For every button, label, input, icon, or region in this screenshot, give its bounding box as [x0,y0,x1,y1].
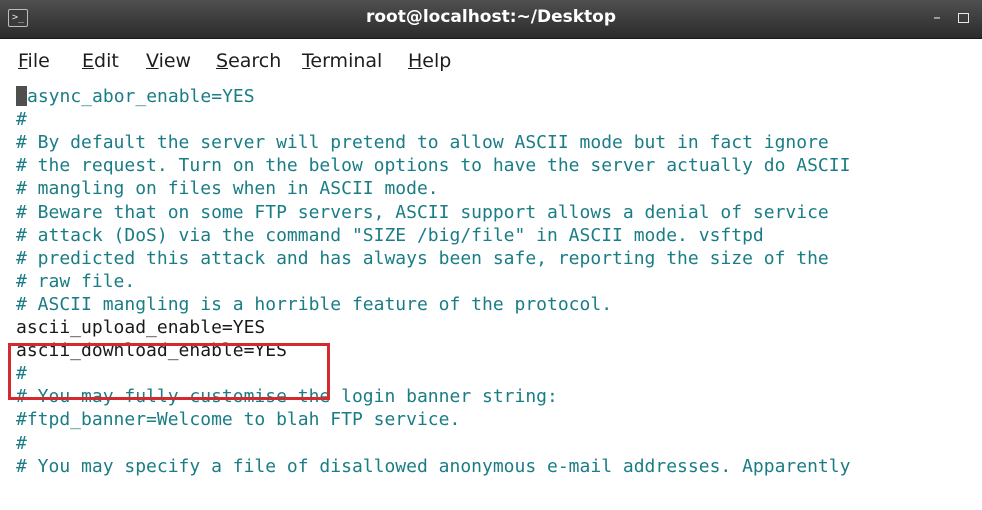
minimize-icon[interactable]: – [928,8,946,26]
menu-search[interactable]: Search [216,50,281,72]
menu-file-accel: F [18,50,28,72]
menu-search-rest: earch [228,50,282,72]
menu-view[interactable]: View [146,50,191,72]
terminal-line: # By default the server will pretend to … [16,132,829,154]
terminal-line-text: # predicted this attack and has always b… [16,247,829,269]
text-cursor [16,86,27,106]
terminal-line-text: # Beware that on some FTP servers, ASCII… [16,201,829,223]
terminal-line: # mangling on files when in ASCII mode. [16,178,439,200]
terminal-line-text: # By default the server will pretend to … [16,132,829,154]
terminal-text-area[interactable]: async_abor_enable=YES # # By default the s… [14,86,976,510]
terminal-line-text: # [16,432,27,454]
menu-search-accel: S [216,50,229,72]
terminal-line-text: # You may specify a file of disallowed a… [16,455,851,477]
terminal-line-text: # raw file. [16,270,136,292]
terminal-line: # the request. Turn on the below options… [16,155,850,177]
menu-terminal[interactable]: Terminal [302,50,382,72]
terminal-line: #ftpd_banner=Welcome to blah FTP service… [16,409,460,431]
maximize-icon[interactable] [954,8,972,26]
menu-help[interactable]: Help [408,50,451,72]
terminal-line-text: # mangling on files when in ASCII mode. [16,178,439,200]
terminal-line-text: ascii_upload_enable=YES [16,317,266,338]
menu-view-accel: V [146,50,159,72]
menu-edit-rest: dit [94,50,119,72]
menu-file-rest: ile [27,50,50,72]
terminal-line-text: #ftpd_banner=Welcome to blah FTP service… [16,409,461,431]
terminal-line: # Beware that on some FTP servers, ASCII… [16,202,829,224]
terminal-line-text: async_abor_enable=YES [27,86,255,107]
terminal-line: ascii_upload_enable=YES [16,317,265,339]
menu-view-rest: iew [158,50,192,72]
terminal-line-text: # ASCII mangling is a horrible feature o… [16,293,613,315]
menu-help-rest: elp [422,50,452,72]
terminal-line: # attack (DoS) via the command "SIZE /bi… [16,225,764,247]
menubar: File Edit View Search Terminal Help [0,45,982,79]
window-titlebar[interactable]: >_ root@localhost:~/Desktop – [0,0,982,39]
terminal-line: async_abor_enable=YES [16,86,255,108]
menu-terminal-rest: erminal [310,50,383,72]
terminal-line: # [16,433,27,455]
highlight-box [8,343,330,400]
terminal-line: # raw file. [16,271,135,293]
menu-edit-accel: E [82,50,95,72]
terminal-line: # predicted this attack and has always b… [16,248,829,270]
menu-help-accel: H [408,50,423,72]
menu-file[interactable]: File [18,50,50,72]
terminal-line-text: # attack (DoS) via the command "SIZE /bi… [16,224,764,246]
window-title: root@localhost:~/Desktop [365,7,617,27]
terminal-line: # [16,109,27,131]
terminal-line: # ASCII mangling is a horrible feature o… [16,294,612,316]
menu-edit[interactable]: Edit [82,50,119,72]
terminal-line-text: # the request. Turn on the below options… [16,155,851,177]
terminal-line-text: # [16,109,27,131]
terminal-line: # You may specify a file of disallowed a… [16,456,850,478]
